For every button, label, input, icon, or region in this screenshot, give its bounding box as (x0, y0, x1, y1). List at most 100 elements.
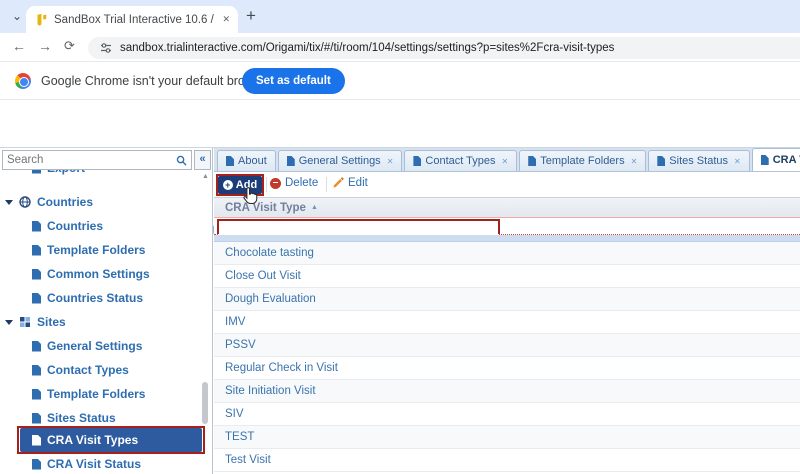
sidebar-group-sites[interactable]: Sites (0, 310, 66, 334)
table-row[interactable]: TEST (214, 426, 800, 449)
reload-icon[interactable]: ⟳ (64, 38, 75, 54)
tab-label: Sites Status (669, 155, 728, 167)
minus-circle-icon: – (270, 178, 281, 189)
sort-ascending-icon: ▲ (311, 204, 318, 211)
url-text: sandbox.trialinteractive.com/Origami/tix… (120, 42, 614, 54)
annotation-box-input (217, 219, 500, 234)
sidebar-item-contact-types[interactable]: Contact Types (0, 358, 129, 382)
document-icon (226, 156, 234, 166)
tab-label: CRA Visit Types (773, 154, 800, 166)
sidebar-item-label: Common Settings (47, 267, 150, 281)
document-icon (528, 156, 536, 166)
tab-contact-types[interactable]: Contact Types ✕ (404, 150, 517, 171)
browser-window: ⌄ SandBox Trial Interactive 10.6 / ✕ + ←… (0, 0, 800, 474)
tab-label: Contact Types (425, 155, 495, 167)
delete-button[interactable]: – Delete (270, 177, 318, 189)
document-icon (32, 221, 41, 232)
chevron-down-icon[interactable] (5, 320, 13, 325)
grid-new-row (214, 217, 800, 235)
app-header: Room ★ Training Team e... eTMF Module Se… (0, 100, 800, 148)
default-browser-notification: Google Chrome isn't your default browser… (0, 62, 800, 100)
sidebar-item-label: Countries (47, 219, 103, 233)
chrome-logo-icon (15, 73, 31, 89)
table-row[interactable]: Test Visit (214, 449, 800, 472)
sidebar-item-label: Export (47, 170, 85, 175)
document-icon (32, 341, 41, 352)
sidebar-item-cra-visit-types[interactable]: CRA Visit Types (20, 428, 202, 452)
edit-button[interactable]: Edit (332, 177, 368, 189)
column-header-label: CRA Visit Type (225, 202, 306, 214)
document-icon (32, 269, 41, 280)
chevron-down-icon[interactable] (5, 200, 13, 205)
sidebar-group-countries[interactable]: Countries (0, 190, 93, 214)
table-row[interactable]: Site Initiation Visit (214, 380, 800, 403)
sidebar-item-general-settings[interactable]: General Settings (0, 334, 142, 358)
sidebar-item-label: Template Folders (47, 387, 145, 401)
document-icon (287, 156, 295, 166)
table-row[interactable]: Chocolate tasting (214, 242, 800, 265)
sidebar-group-label: Sites (37, 315, 66, 329)
tab-template-folders[interactable]: Template Folders ✕ (519, 150, 646, 171)
forward-icon[interactable]: → (38, 38, 52, 54)
grid-column-header[interactable]: CRA Visit Type ▲ (214, 197, 800, 218)
browser-tab-title: SandBox Trial Interactive 10.6 / (54, 14, 216, 26)
document-icon (32, 459, 41, 470)
url-bar[interactable]: sandbox.trialinteractive.com/Origami/tix… (88, 37, 800, 59)
table-row[interactable]: PSSV (214, 334, 800, 357)
delete-button-label: Delete (285, 177, 318, 189)
sidebar-item-template-folders-2[interactable]: Template Folders (0, 382, 145, 406)
back-icon[interactable]: ← (12, 38, 26, 54)
plus-circle-icon: + (223, 180, 233, 190)
document-icon (32, 293, 41, 304)
toolbar-divider (266, 177, 267, 192)
new-tab-button[interactable]: + (246, 6, 256, 26)
tab-close-icon[interactable]: ✕ (222, 14, 230, 25)
main-panel: About General Settings ✕ Contact Types ✕… (214, 148, 800, 474)
table-row[interactable]: Dough Evaluation (214, 288, 800, 311)
content-area: « Export Countries Countries (0, 148, 800, 474)
sidebar-item-common-settings[interactable]: Common Settings (0, 262, 150, 286)
sidebar-item-sites-status[interactable]: Sites Status (0, 406, 116, 430)
browser-tab[interactable]: SandBox Trial Interactive 10.6 / ✕ (26, 6, 238, 33)
set-as-default-button[interactable]: Set as default (242, 68, 345, 94)
settings-tab-bar: About General Settings ✕ Contact Types ✕… (214, 148, 800, 172)
document-icon (761, 155, 769, 165)
close-icon[interactable]: ✕ (502, 157, 509, 166)
close-icon[interactable]: ✕ (387, 157, 394, 166)
sidebar-item-label: General Settings (47, 339, 142, 353)
sidebar-item-countries[interactable]: Countries (0, 214, 103, 238)
scroll-up-icon[interactable]: ▲ (201, 173, 210, 180)
close-icon[interactable]: ✕ (734, 157, 741, 166)
document-icon (413, 156, 421, 166)
sidebar-item-cra-visit-status[interactable]: CRA Visit Status (0, 452, 141, 474)
tab-about[interactable]: About (217, 150, 276, 171)
site-favicon-icon (34, 13, 48, 27)
collapse-sidebar-icon[interactable]: « (194, 150, 211, 170)
tab-search-caret-icon[interactable]: ⌄ (7, 8, 27, 26)
table-row[interactable]: IMV (214, 311, 800, 334)
sidebar-scrollbar[interactable] (202, 382, 208, 424)
search-input[interactable] (7, 154, 176, 166)
sidebar-item-label: CRA Visit Types (47, 433, 138, 447)
tab-cra-visit-types[interactable]: CRA Visit Types ✕ (752, 148, 800, 171)
sidebar-item-label: Countries Status (47, 291, 143, 305)
close-icon[interactable]: ✕ (631, 157, 638, 166)
sidebar-item-template-folders[interactable]: Template Folders (0, 238, 145, 262)
document-icon (32, 365, 41, 376)
document-icon (32, 413, 41, 424)
sidebar-item-countries-status[interactable]: Countries Status (0, 286, 143, 310)
sites-icon (19, 316, 31, 328)
tab-sites-status[interactable]: Sites Status ✕ (648, 150, 749, 171)
sidebar-item-label: CRA Visit Status (47, 457, 141, 471)
site-info-icon (100, 42, 112, 54)
settings-sidebar: « Export Countries Countries (0, 148, 213, 474)
sidebar-item-export[interactable]: Export (0, 170, 85, 180)
document-icon (32, 435, 41, 446)
table-row[interactable]: Regular Check in Visit (214, 357, 800, 380)
tab-general-settings[interactable]: General Settings ✕ (278, 150, 403, 171)
sidebar-item-label: Template Folders (47, 243, 145, 257)
search-icon[interactable] (176, 155, 187, 166)
table-row[interactable]: Close Out Visit (214, 265, 800, 288)
table-row[interactable]: SIV (214, 403, 800, 426)
settings-tree: Export Countries Countries Template Fold… (0, 170, 213, 474)
